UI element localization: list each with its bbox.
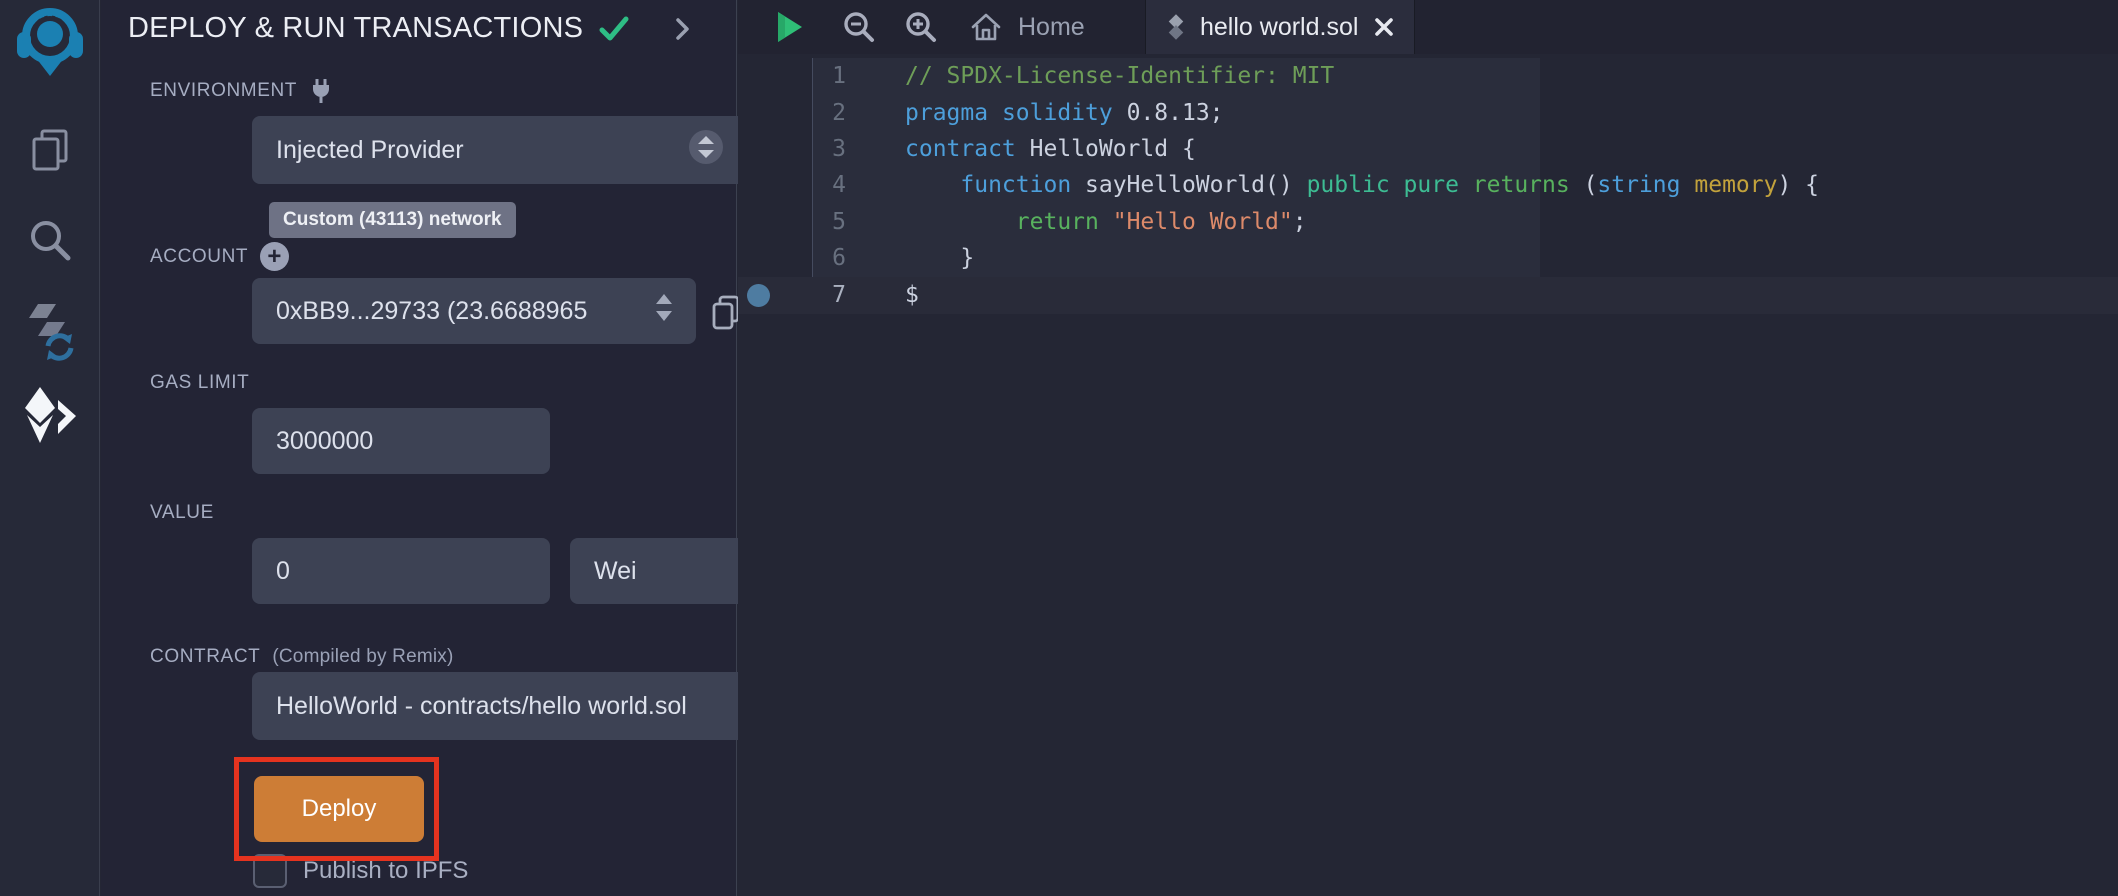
tab-hello-world-sol[interactable]: hello world.sol: [1145, 0, 1415, 54]
play-icon: [776, 10, 804, 44]
code-text[interactable]: function sayHelloWorld() public pure ret…: [860, 172, 1819, 198]
gas-limit-input[interactable]: 3000000: [252, 408, 550, 474]
deploy-run-panel: DEPLOY & RUN TRANSACTIONS ENVIRONMENT In…: [101, 0, 737, 896]
code-text[interactable]: // SPDX-License-Identifier: MIT: [860, 63, 1334, 89]
code-line: 3contract HelloWorld {: [738, 131, 2118, 167]
environment-selected-value: Injected Provider: [276, 136, 464, 165]
contract-selected-value: HelloWorld - contracts/hello world.sol: [276, 692, 687, 721]
remix-logo-icon[interactable]: [0, 6, 100, 84]
line-number[interactable]: 6: [738, 245, 860, 271]
file-explorer-icon: [26, 126, 74, 174]
environment-label-row: ENVIRONMENT: [150, 78, 333, 104]
line-number[interactable]: 5: [738, 209, 860, 235]
value-label: VALUE: [150, 502, 214, 524]
add-account-icon[interactable]: +: [260, 242, 289, 271]
code-line: 4 function sayHelloWorld() public pure r…: [738, 167, 2118, 203]
account-select[interactable]: 0xBB9...29733 (23.6688965: [252, 278, 696, 344]
deploy-button[interactable]: Deploy: [254, 776, 424, 842]
collapse-panel-chevron-icon[interactable]: [675, 17, 691, 41]
publish-row: Publish to IPFS: [253, 854, 468, 888]
code-text[interactable]: contract HelloWorld {: [860, 136, 1196, 162]
remix-ide-window: DEPLOY & RUN TRANSACTIONS ENVIRONMENT In…: [0, 0, 2118, 896]
environment-select-chevron: [688, 129, 724, 172]
editor-area: Home hello world.sol 1// SPDX-License-Id…: [738, 0, 2118, 896]
solidity-file-icon: [1166, 12, 1186, 42]
contract-label: CONTRACT: [150, 646, 260, 668]
gas-limit-label-row: GAS LIMIT: [150, 372, 249, 394]
account-label: ACCOUNT: [150, 246, 248, 268]
close-tab-icon[interactable]: [1374, 17, 1394, 37]
sidebar-item-deploy-and-run[interactable]: [0, 386, 100, 444]
code-text[interactable]: pragma solidity 0.8.13;: [860, 100, 1224, 126]
account-label-row: ACCOUNT +: [150, 242, 289, 271]
environment-label: ENVIRONMENT: [150, 80, 297, 102]
line-number[interactable]: 7: [738, 282, 860, 308]
contract-label-row: CONTRACT (Compiled by Remix): [150, 646, 454, 668]
contract-select[interactable]: HelloWorld - contracts/hello world.sol: [252, 672, 788, 740]
gas-limit-value: 3000000: [276, 427, 373, 456]
page-title: DEPLOY & RUN TRANSACTIONS: [128, 12, 583, 45]
value-input[interactable]: 0: [252, 538, 550, 604]
code-editor[interactable]: 1// SPDX-License-Identifier: MIT2pragma …: [738, 54, 2118, 896]
compile-success-check-icon: [599, 16, 629, 42]
value-amount: 0: [276, 557, 290, 586]
code-line: 2pragma solidity 0.8.13;: [738, 94, 2118, 130]
sidebar-item-file-explorer[interactable]: [0, 126, 100, 174]
line-number[interactable]: 2: [738, 100, 860, 126]
solidity-compiler-icon: [20, 300, 80, 362]
line-number[interactable]: 4: [738, 172, 860, 198]
tab-file-name: hello world.sol: [1200, 13, 1358, 42]
zoom-in-icon: [904, 10, 938, 44]
activity-bar: [0, 0, 100, 896]
account-selected-value: 0xBB9...29733 (23.6688965: [276, 297, 587, 326]
sidebar-item-search[interactable]: [0, 216, 100, 264]
run-script-button[interactable]: [776, 0, 804, 54]
search-icon: [26, 216, 74, 264]
code-line: 5 return "Hello World";: [738, 204, 2118, 240]
value-unit: Wei: [594, 557, 637, 586]
code-line: 1// SPDX-License-Identifier: MIT: [738, 58, 2118, 94]
environment-select[interactable]: Injected Provider: [252, 116, 748, 184]
home-icon: [970, 12, 1002, 42]
line-number[interactable]: 3: [738, 136, 860, 162]
line-number[interactable]: 1: [738, 63, 860, 89]
sidebar-item-solidity-compiler[interactable]: [0, 300, 100, 362]
tab-home-label: Home: [1018, 13, 1085, 42]
account-select-arrows: [656, 294, 672, 329]
remix-logo: [13, 6, 87, 84]
code-text[interactable]: $: [860, 282, 919, 308]
plug-icon: [309, 78, 333, 104]
zoom-out-icon: [842, 10, 876, 44]
code-line: 7$: [738, 276, 2118, 312]
tab-home[interactable]: Home: [970, 0, 1085, 54]
publish-to-ipfs-checkbox[interactable]: [253, 854, 287, 888]
zoom-out-button[interactable]: [842, 0, 876, 54]
gas-limit-label: GAS LIMIT: [150, 372, 249, 394]
zoom-in-button[interactable]: [904, 0, 938, 54]
contract-compiled-note: (Compiled by Remix): [272, 646, 453, 668]
value-label-row: VALUE: [150, 502, 214, 524]
code-text[interactable]: }: [860, 245, 974, 271]
code-line: 6 }: [738, 240, 2118, 276]
editor-tabbar: Home hello world.sol: [738, 0, 2118, 54]
publish-to-ipfs-label: Publish to IPFS: [303, 857, 468, 885]
code-text[interactable]: return "Hello World";: [860, 209, 1307, 235]
code-lines: 1// SPDX-License-Identifier: MIT2pragma …: [738, 58, 2118, 313]
network-badge: Custom (43113) network: [269, 202, 516, 238]
deploy-and-run-icon: [21, 386, 79, 444]
panel-title-row: DEPLOY & RUN TRANSACTIONS: [128, 12, 691, 45]
